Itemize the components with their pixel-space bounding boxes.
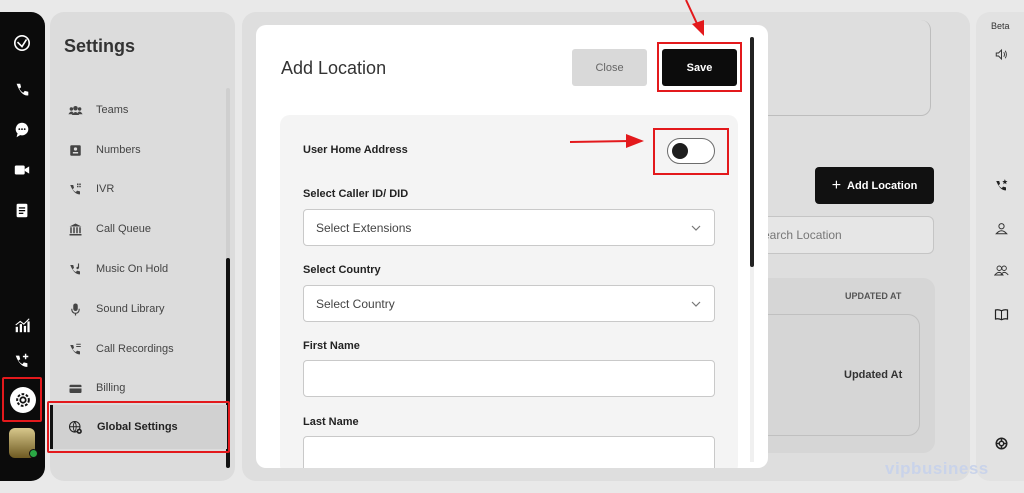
sidebar-item-teams[interactable]: Teams	[66, 99, 128, 121]
sidebar-item-label: Billing	[96, 382, 126, 394]
caller-id-label: Select Caller ID/ DID	[303, 188, 409, 200]
sidebar-item-ivr[interactable]: IVR	[66, 178, 114, 200]
background-textarea	[755, 20, 931, 116]
country-value: Select Country	[316, 296, 395, 311]
ivr-icon	[66, 180, 84, 198]
last-name-input[interactable]	[303, 436, 715, 468]
call-add-icon[interactable]	[11, 350, 33, 372]
country-label: Select Country	[303, 264, 381, 276]
gear-icon	[10, 387, 36, 413]
video-icon[interactable]	[11, 159, 33, 181]
search-location-input[interactable]: earch Location	[755, 216, 934, 254]
chevron-down-icon	[691, 301, 701, 307]
call-recordings-icon	[66, 340, 84, 358]
user-home-address-toggle[interactable]	[667, 138, 715, 164]
beta-label: Beta	[991, 21, 1010, 31]
chevron-down-icon	[691, 225, 701, 231]
last-name-label: Last Name	[303, 416, 359, 428]
caller-id-select[interactable]: Select Extensions	[303, 209, 715, 246]
call-favorite-icon[interactable]	[991, 175, 1011, 195]
sidebar-item-global-settings-active[interactable]: Global Settings	[50, 405, 227, 449]
first-name-input[interactable]	[303, 360, 715, 397]
sidebar-item-call-queue[interactable]: Call Queue	[66, 218, 151, 240]
phone-icon[interactable]	[11, 79, 33, 101]
settings-title: Settings	[64, 36, 136, 56]
table-header-updated-at: UPDATED AT	[845, 291, 902, 301]
first-name-label: First Name	[303, 340, 360, 352]
avatar[interactable]	[9, 428, 38, 458]
right-rail	[976, 12, 1024, 481]
sidebar-item-label: Call Recordings	[96, 343, 174, 355]
sidebar-item-label: IVR	[96, 183, 115, 195]
sidebar-item-music-on-hold[interactable]: Music On Hold	[66, 258, 168, 280]
save-arrow-annotation	[685, 0, 704, 36]
app-logo-icon[interactable]	[11, 32, 33, 54]
toggle-arrow-annotation	[569, 134, 644, 148]
close-button[interactable]: Close	[572, 49, 647, 86]
book-icon[interactable]	[991, 304, 1011, 324]
add-location-label: Add Location	[847, 179, 918, 192]
modal-title: Add Location	[281, 58, 387, 78]
online-status-dot	[29, 449, 38, 458]
speaker-icon[interactable]	[991, 44, 1011, 64]
sidebar-item-label: Call Queue	[96, 223, 152, 235]
notes-icon[interactable]	[11, 199, 33, 221]
add-location-modal: Add Location Close Save User Home Addres…	[256, 25, 768, 468]
teams-icon	[66, 101, 84, 119]
watermark-logo: vipbusiness	[885, 459, 989, 478]
sidebar-item-numbers[interactable]: Numbers	[66, 139, 141, 161]
user-home-address-label: User Home Address	[303, 144, 408, 156]
country-select[interactable]: Select Country	[303, 285, 715, 322]
sidebar-item-label: Music On Hold	[96, 263, 169, 275]
table-cell-updated-at: Updated At	[844, 369, 903, 381]
sidebar-item-label: Sound Library	[96, 303, 165, 315]
call-queue-icon	[66, 220, 84, 238]
toggle-knob	[672, 143, 688, 159]
chat-icon[interactable]	[11, 119, 33, 141]
microphone-icon	[66, 300, 84, 318]
save-button[interactable]: Save	[662, 49, 737, 86]
modal-scrollbar[interactable]	[750, 37, 754, 462]
sidebar-item-sound-library[interactable]: Sound Library	[66, 298, 165, 320]
settings-rail-button[interactable]	[2, 377, 42, 422]
globe-gear-icon	[68, 420, 82, 434]
caller-id-value: Select Extensions	[316, 220, 412, 235]
numbers-icon	[66, 141, 84, 159]
sidebar-item-label: Numbers	[96, 144, 141, 156]
analytics-icon[interactable]	[11, 314, 33, 336]
music-on-hold-icon	[66, 260, 84, 278]
add-location-button[interactable]: + Add Location	[815, 167, 934, 204]
billing-card-icon	[66, 379, 84, 397]
modal-scroll-thumb[interactable]	[750, 37, 754, 267]
sidebar-item-billing[interactable]: Billing	[66, 377, 125, 399]
sidebar-item-label: Global Settings	[97, 421, 178, 433]
sidebar-item-global-settings[interactable]: Global Settings	[47, 401, 230, 453]
plus-icon: +	[831, 176, 842, 194]
users-group-icon[interactable]	[991, 260, 1011, 280]
sidebar-item-call-recordings[interactable]: Call Recordings	[66, 338, 174, 360]
sidebar-item-label: Teams	[96, 104, 129, 116]
support-icon[interactable]	[991, 433, 1011, 453]
user-icon[interactable]	[991, 218, 1011, 238]
